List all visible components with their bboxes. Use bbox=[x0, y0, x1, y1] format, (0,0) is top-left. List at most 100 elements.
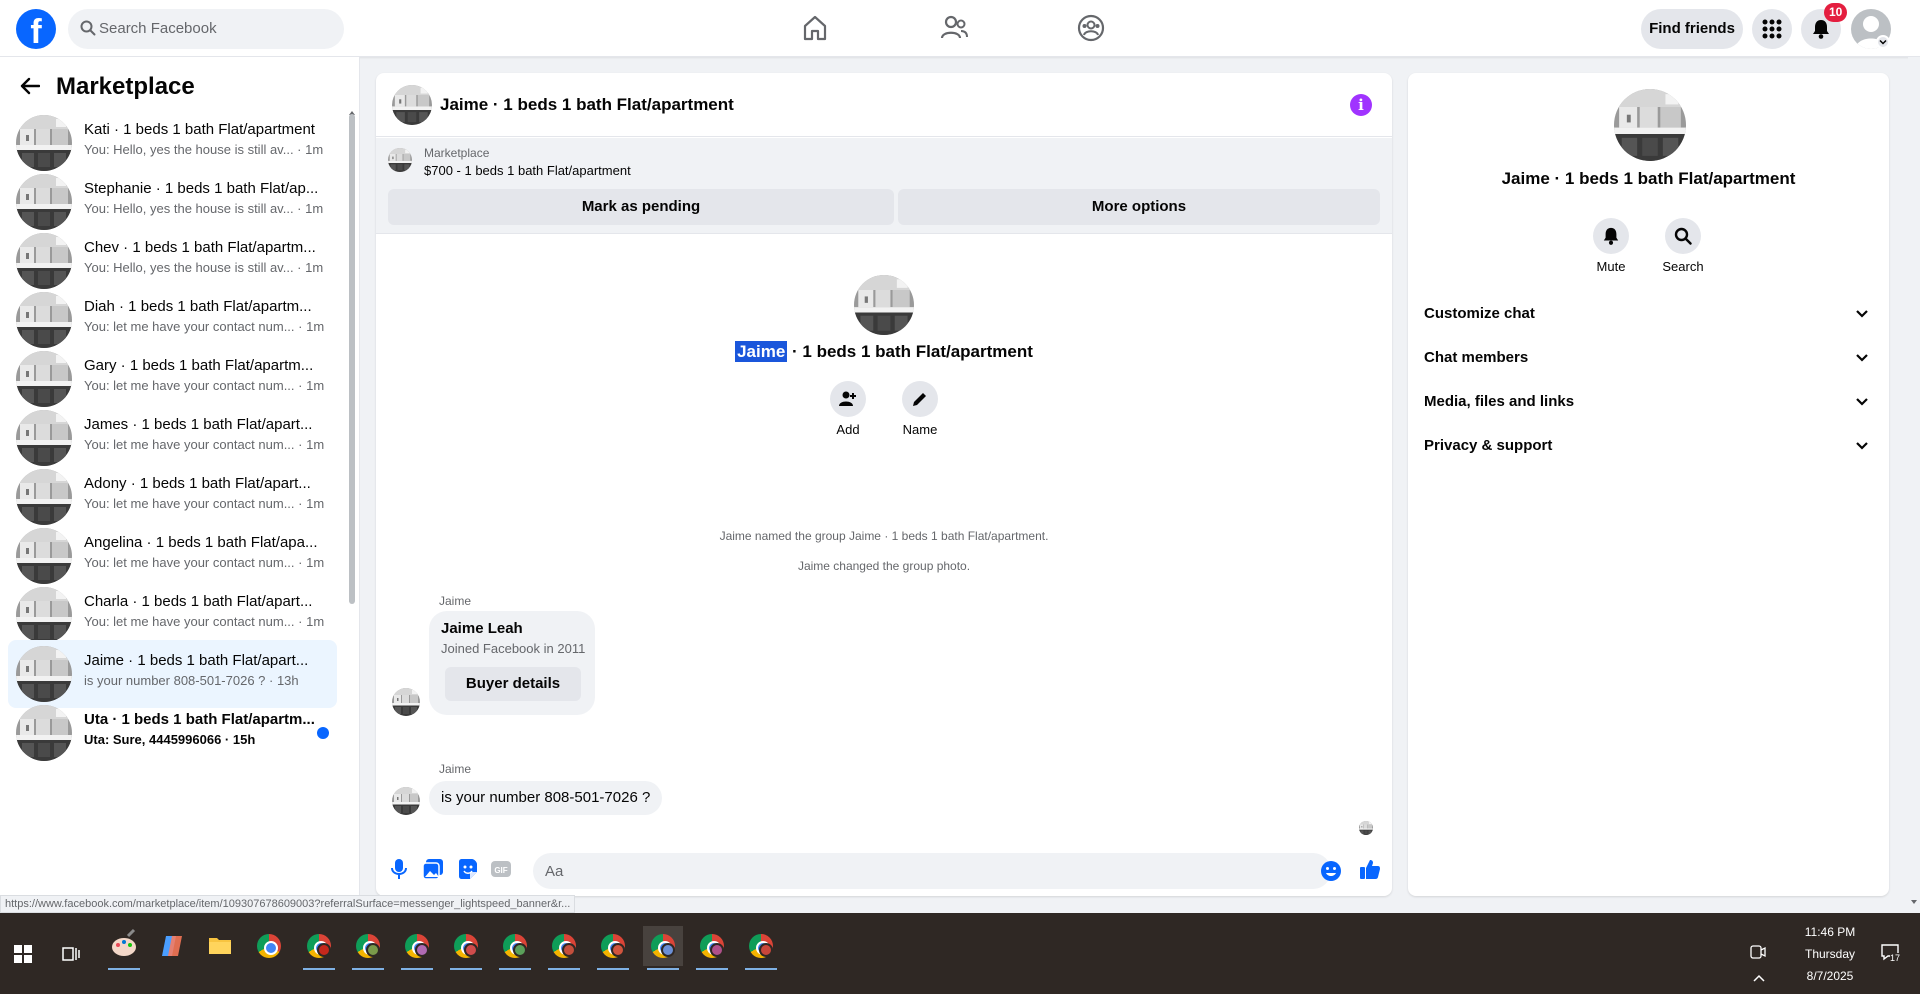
details-avatar[interactable] bbox=[1614, 89, 1686, 161]
conversation-name: Diah · 1 beds 1 bath Flat/apartm... bbox=[84, 298, 312, 315]
details-chat-name: Jaime · 1 beds 1 bath Flat/apartment bbox=[1501, 169, 1796, 188]
buyer-joined-date: Joined Facebook in 2011 bbox=[441, 641, 586, 656]
mute-button[interactable]: Mute bbox=[1581, 218, 1641, 274]
sender-avatar[interactable] bbox=[392, 787, 420, 815]
chat-title[interactable]: Jaime · 1 beds 1 bath Flat/apartment bbox=[440, 95, 734, 115]
microphone-icon[interactable] bbox=[390, 858, 408, 880]
chrome-profile-taskbar-icon[interactable] bbox=[692, 926, 732, 970]
conversation-preview-text: is your number 808-501-7026 ? bbox=[84, 673, 266, 688]
chrome-profile-taskbar-icon[interactable] bbox=[741, 926, 781, 970]
file-explorer-taskbar-icon[interactable] bbox=[200, 926, 240, 966]
system-message-renamed: Jaime named the group Jaime · 1 beds 1 b… bbox=[719, 529, 1049, 543]
group-avatar bbox=[854, 275, 914, 335]
chrome-profile-taskbar-icon-active[interactable] bbox=[643, 926, 683, 970]
gif-icon[interactable]: GIF bbox=[490, 858, 512, 880]
conversation-preview-text: You: let me have your contact num... bbox=[84, 437, 295, 452]
clock-date[interactable]: 8/7/2025 bbox=[1800, 969, 1860, 983]
conversation-row[interactable]: James · 1 beds 1 bath Flat/apart... You: … bbox=[8, 404, 337, 472]
chrome-profile-taskbar-icon[interactable] bbox=[593, 926, 633, 970]
find-friends-button[interactable]: Find friends bbox=[1641, 9, 1743, 49]
chrome-profile-taskbar-icon[interactable] bbox=[299, 926, 339, 970]
meet-now-icon[interactable] bbox=[1750, 945, 1766, 959]
listing-thumbnail[interactable] bbox=[388, 148, 412, 172]
name-group-button[interactable]: Name bbox=[890, 381, 950, 437]
facebook-logo[interactable]: f bbox=[16, 9, 56, 49]
page-scrollbar[interactable] bbox=[1908, 57, 1920, 913]
mark-as-pending-button[interactable]: Mark as pending bbox=[388, 189, 894, 225]
chrome-profile-taskbar-icon[interactable] bbox=[495, 926, 535, 970]
scroll-down-arrow-icon[interactable] bbox=[1910, 898, 1918, 906]
chat-avatar[interactable] bbox=[392, 85, 432, 125]
chrome-profile-taskbar-icon[interactable] bbox=[397, 926, 437, 970]
conversation-row[interactable]: Adony · 1 beds 1 bath Flat/apart... You: … bbox=[8, 463, 337, 531]
conversation-time: · 15h bbox=[221, 732, 256, 747]
account-chevron-icon[interactable] bbox=[1876, 35, 1890, 49]
chrome-profile-taskbar-icon[interactable] bbox=[348, 926, 388, 970]
clock-day[interactable]: Thursday bbox=[1800, 947, 1860, 961]
show-hidden-icons-chevron-icon[interactable] bbox=[1752, 973, 1766, 983]
conversation-row[interactable]: Stephanie · 1 beds 1 bath Flat/ap... You:… bbox=[8, 168, 337, 236]
notification-count-badge: 10 bbox=[1824, 3, 1848, 22]
conversation-avatar bbox=[16, 528, 72, 584]
customize-chat-section[interactable]: Customize chat bbox=[1416, 294, 1881, 334]
conversation-row[interactable]: Kati · 1 beds 1 bath Flat/apartment You: … bbox=[8, 109, 337, 177]
windows-start-icon[interactable] bbox=[14, 945, 32, 963]
add-people-button[interactable]: Add bbox=[818, 381, 878, 437]
chat-members-section[interactable]: Chat members bbox=[1416, 338, 1881, 378]
message-composer: GIF bbox=[376, 846, 1392, 896]
thumbs-up-icon[interactable] bbox=[1359, 858, 1381, 880]
photo-icon[interactable] bbox=[422, 858, 444, 880]
menu-button[interactable] bbox=[1752, 9, 1792, 49]
chrome-taskbar-icon[interactable] bbox=[249, 926, 289, 966]
info-icon[interactable]: i bbox=[1350, 94, 1372, 116]
conversation-row[interactable]: Diah · 1 beds 1 bath Flat/apartm... You: … bbox=[8, 286, 337, 354]
conversation-row[interactable]: Charla · 1 beds 1 bath Flat/apart... You:… bbox=[8, 581, 337, 649]
paint-app-taskbar-icon[interactable] bbox=[104, 926, 144, 970]
sender-avatar[interactable] bbox=[392, 688, 420, 716]
privacy-support-section[interactable]: Privacy & support bbox=[1416, 426, 1881, 466]
chrome-profile-taskbar-icon[interactable] bbox=[446, 926, 486, 970]
conversation-row[interactable]: Angelina · 1 beds 1 bath Flat/apa... You:… bbox=[8, 522, 337, 590]
message-bubble[interactable]: is your number 808-501-7026 ? bbox=[429, 781, 663, 815]
page-title: Marketplace bbox=[56, 73, 195, 100]
conversation-time: · 1m bbox=[294, 319, 325, 334]
conversation-preview-text: You: Hello, yes the house is still av... bbox=[84, 260, 294, 275]
conversation-row[interactable]: Gary · 1 beds 1 bath Flat/apartm... You: … bbox=[8, 345, 337, 413]
conversation-preview: You: Hello, yes the house is still av...… bbox=[84, 201, 334, 216]
conversation-row[interactable]: Jaime · 1 beds 1 bath Flat/apart... is yo… bbox=[8, 640, 337, 708]
conversation-time: · 1m bbox=[293, 260, 324, 275]
copilot-taskbar-icon[interactable] bbox=[152, 926, 192, 966]
conversation-avatar bbox=[16, 705, 72, 761]
media-files-links-section[interactable]: Media, files and links bbox=[1416, 382, 1881, 422]
buyer-details-button[interactable]: Buyer details bbox=[445, 667, 581, 701]
friends-icon[interactable] bbox=[940, 14, 968, 42]
conversation-name: Uta · 1 beds 1 bath Flat/apartm... bbox=[84, 711, 315, 728]
search-facebook-field[interactable]: Search Facebook bbox=[68, 9, 344, 49]
clock-time[interactable]: 11:46 PM bbox=[1800, 925, 1860, 939]
chrome-profile-taskbar-icon[interactable] bbox=[544, 926, 584, 970]
search-in-conversation-button[interactable]: Search bbox=[1653, 218, 1713, 274]
listing-item-title[interactable]: $700 - 1 beds 1 bath Flat/apartment bbox=[424, 163, 631, 178]
search-placeholder: Search Facebook bbox=[99, 20, 217, 37]
conversation-preview: You: let me have your contact num... · 1… bbox=[84, 555, 334, 570]
buyer-name[interactable]: Jaime Leah bbox=[441, 620, 523, 637]
conversation-avatar bbox=[16, 410, 72, 466]
groups-icon[interactable] bbox=[1077, 14, 1105, 42]
mute-label: Mute bbox=[1596, 259, 1626, 274]
seen-receipt-avatar bbox=[1359, 821, 1373, 835]
task-view-icon[interactable] bbox=[62, 945, 80, 963]
conversation-preview-text: You: let me have your contact num... bbox=[84, 319, 295, 334]
chat-conversation-pane: Jaime · 1 beds 1 bath Flat/apartment i M… bbox=[376, 73, 1392, 896]
conversation-row[interactable]: Uta · 1 beds 1 bath Flat/apartm... Uta: S… bbox=[8, 699, 337, 767]
sticker-icon[interactable] bbox=[456, 858, 478, 880]
back-arrow-icon[interactable] bbox=[20, 77, 40, 95]
sidebar-scrollbar-thumb[interactable] bbox=[349, 114, 355, 604]
conversation-time: · 1m bbox=[294, 555, 325, 570]
home-icon[interactable] bbox=[802, 14, 828, 42]
conversation-row[interactable]: Chev · 1 beds 1 bath Flat/apartm... You: … bbox=[8, 227, 337, 295]
more-options-button[interactable]: More options bbox=[898, 189, 1380, 225]
conversation-avatar bbox=[16, 469, 72, 525]
emoji-icon[interactable] bbox=[1320, 860, 1342, 882]
message-input-container bbox=[533, 853, 1331, 889]
message-input[interactable] bbox=[545, 853, 1285, 889]
